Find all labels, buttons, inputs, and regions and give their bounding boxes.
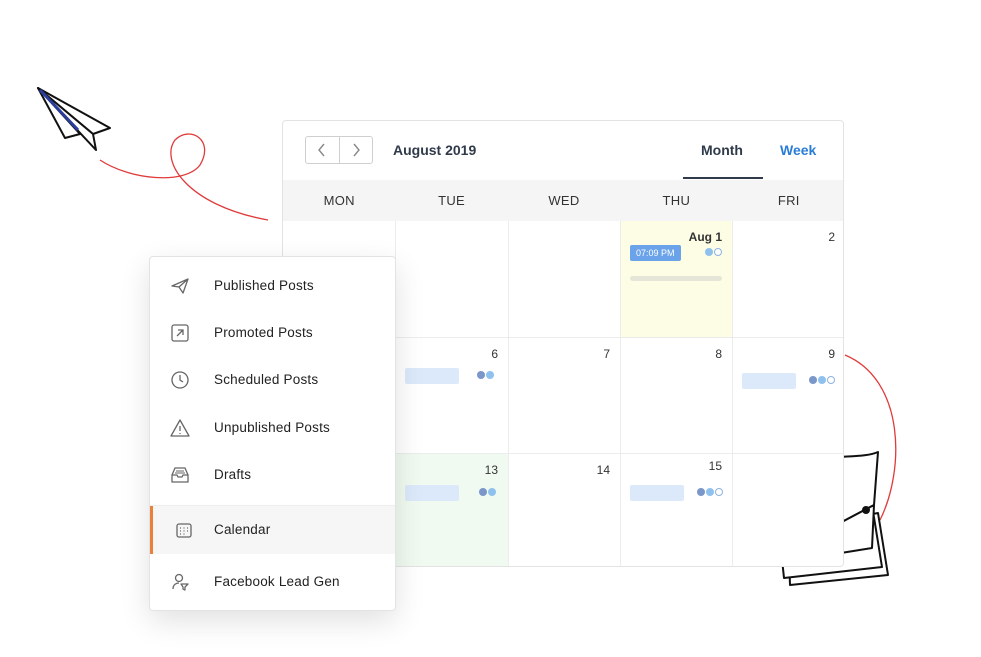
menu-item-label: Drafts [214, 467, 252, 482]
chevron-right-icon [353, 143, 360, 157]
calendar-day-cell[interactable]: 9 [733, 338, 843, 454]
previous-month-button[interactable] [306, 137, 339, 163]
calendar-day-cell[interactable] [396, 221, 509, 338]
day-number: 7 [603, 347, 610, 361]
menu-item-drafts[interactable]: Drafts [150, 451, 395, 499]
twitter-icon [706, 488, 714, 496]
facebook-icon [479, 488, 487, 496]
twitter-icon [818, 376, 826, 384]
scheduled-post-chip[interactable]: 07:09 PM [630, 245, 681, 261]
menu-item-label: Unpublished Posts [214, 420, 330, 435]
weekday-thu: THU [662, 193, 691, 208]
red-trail-doodle-right [844, 354, 897, 521]
day-number: 2 [828, 230, 835, 244]
social-icons [705, 248, 722, 256]
active-tab-indicator [683, 177, 763, 179]
post-chip[interactable] [405, 485, 459, 501]
weekday-wed: WED [548, 193, 580, 208]
day-number: 9 [828, 347, 835, 361]
posts-menu: Published Posts Promoted Posts Scheduled… [149, 256, 396, 611]
calendar-day-cell[interactable] [509, 221, 621, 338]
arrow-up-right-icon [171, 324, 189, 342]
calendar-day-cell[interactable]: 7 [509, 338, 621, 454]
calendar-day-cell[interactable]: 13 [396, 454, 509, 566]
facebook-icon [697, 488, 705, 496]
menu-item-published-posts[interactable]: Published Posts [150, 262, 395, 310]
facebook-icon [477, 371, 485, 379]
calendar-day-cell-today[interactable]: Aug 1 07:09 PM [621, 221, 733, 338]
twitter-icon [705, 248, 713, 256]
next-month-button[interactable] [338, 137, 372, 163]
menu-item-label: Scheduled Posts [214, 372, 319, 387]
day-number: 8 [715, 347, 722, 361]
linkedin-icon [827, 376, 835, 384]
weekday-tue: TUE [438, 193, 466, 208]
linkedin-icon [714, 248, 722, 256]
tab-week[interactable]: Week [780, 142, 816, 158]
linkedin-icon [715, 488, 723, 496]
day-number: 6 [491, 347, 498, 361]
menu-item-label: Facebook Lead Gen [214, 574, 340, 589]
user-funnel-icon [172, 573, 189, 591]
social-icons [809, 376, 835, 384]
twitter-icon [486, 371, 494, 379]
weekday-mon: MON [323, 193, 355, 208]
post-placeholder-bar [630, 276, 722, 281]
post-chip[interactable] [405, 368, 459, 384]
menu-item-promoted-posts[interactable]: Promoted Posts [150, 309, 395, 357]
month-navigation [305, 136, 373, 164]
social-icons [697, 488, 723, 496]
post-chip[interactable] [630, 485, 684, 501]
warning-icon [170, 419, 190, 437]
clock-icon [171, 371, 189, 389]
post-chip[interactable] [742, 373, 796, 389]
chevron-left-icon [318, 143, 326, 157]
menu-item-scheduled-posts[interactable]: Scheduled Posts [150, 356, 395, 404]
menu-item-calendar[interactable]: Calendar [150, 506, 395, 554]
paper-plane-icon [171, 278, 189, 294]
month-title: August 2019 [393, 142, 477, 158]
facebook-icon [809, 376, 817, 384]
calendar-icon [176, 523, 192, 538]
calendar-day-cell[interactable]: 8 [621, 338, 733, 454]
menu-item-label: Promoted Posts [214, 325, 313, 340]
weekday-header-row: MON TUE WED THU FRI [283, 180, 843, 221]
calendar-header: August 2019 Month Week [283, 121, 843, 180]
calendar-day-cell[interactable]: 6 [396, 338, 509, 454]
day-number: 14 [596, 463, 610, 477]
calendar-day-cell[interactable]: 15 [621, 454, 733, 566]
tab-month[interactable]: Month [701, 142, 743, 158]
inbox-icon [171, 467, 189, 483]
twitter-icon [488, 488, 496, 496]
menu-item-label: Published Posts [214, 278, 314, 293]
social-icons [479, 488, 496, 496]
menu-item-facebook-lead-gen[interactable]: Facebook Lead Gen [150, 558, 395, 606]
calendar-day-cell[interactable] [733, 454, 843, 566]
calendar-day-cell[interactable]: 2 [733, 221, 843, 338]
weekday-fri: FRI [777, 193, 800, 208]
menu-item-label: Calendar [214, 522, 271, 537]
social-icons [477, 371, 494, 379]
day-number: 15 [708, 459, 722, 473]
menu-item-unpublished-posts[interactable]: Unpublished Posts [150, 404, 395, 452]
red-trail-doodle [99, 133, 269, 221]
paper-plane-doodle-icon [37, 87, 111, 151]
day-number: 13 [484, 463, 498, 477]
calendar-day-cell[interactable]: 14 [509, 454, 621, 566]
day-number: Aug 1 [688, 230, 722, 244]
